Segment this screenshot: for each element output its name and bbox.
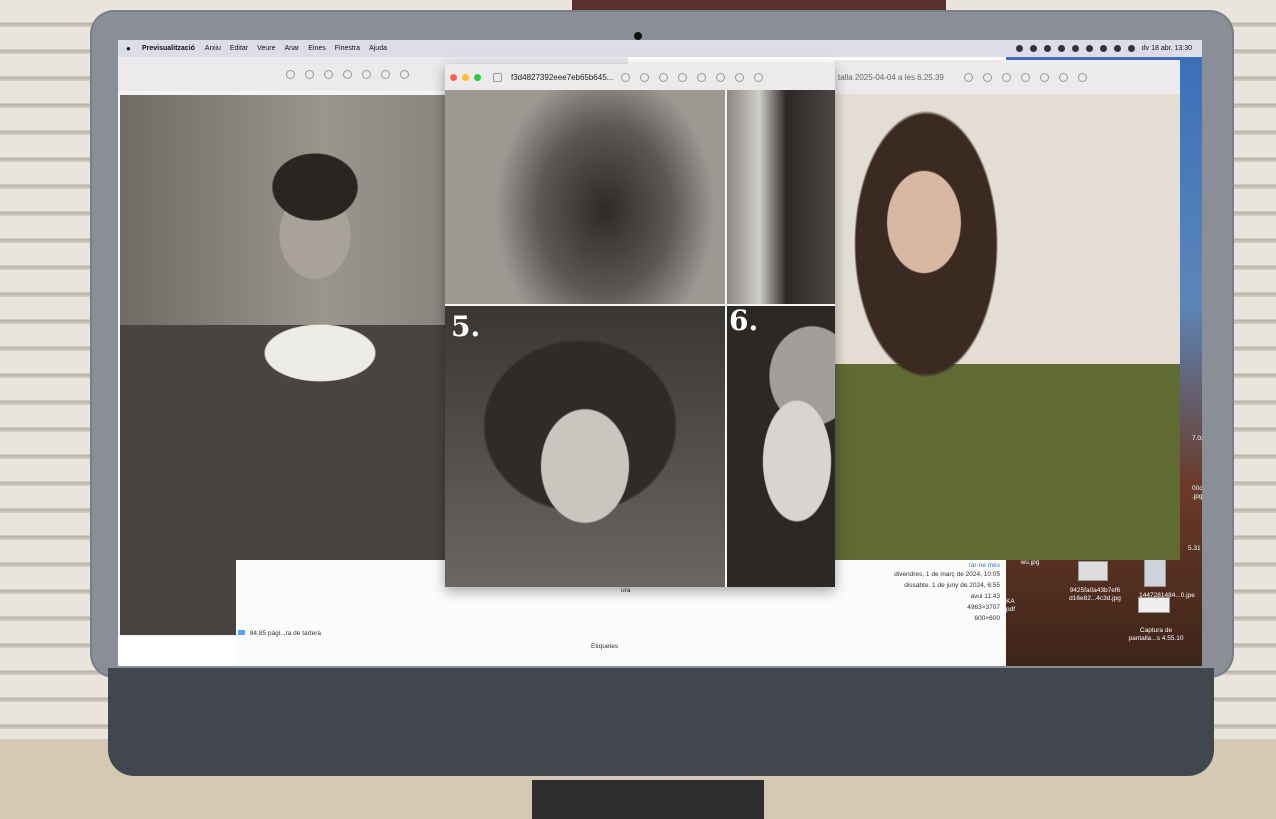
search-icon[interactable] [1077,72,1087,82]
status-icon-screen[interactable] [1029,45,1037,52]
desktop-edge-label: 7.02 [1192,435,1202,442]
file-list-item-label: 84,85 pàgi...ra de tartera [249,630,321,637]
menu-file[interactable]: Arxiu [205,45,221,52]
rotate-icon[interactable] [716,72,726,82]
zoom-button[interactable] [474,73,481,81]
right-window-toolbar: talla 2025-04-04 a les 6.25.39 [834,60,1180,94]
dimensions-2: 600×600 [974,615,1001,622]
desktop-edge-label: 00d [1192,485,1202,492]
menu-go[interactable]: Anar [284,45,299,52]
desktop-file-thumbnail[interactable] [1078,561,1108,581]
menu-window[interactable]: Finestra [335,45,360,52]
wifi-icon[interactable] [1099,45,1107,52]
preview-window-right: talla 2025-04-04 a les 6.25.39 [834,60,1180,560]
markup-icon[interactable] [697,72,707,82]
front-window-title: f3d4827392eee7eb65b645... [511,72,614,82]
menu-bar: ● Previsualització Arxiu Editar Veure An… [118,40,1202,57]
file-list: 84,85 pàgi...ra de tartera [238,630,321,637]
desktop-edge-label: KA [1006,598,1015,605]
apple-icon[interactable]: ● [126,44,136,53]
rotate-icon[interactable] [1058,72,1068,82]
menu-help[interactable]: Ajuda [369,45,387,52]
status-area: dv 18 abr. 13:30 [1015,45,1192,52]
dimensions-1: 4963×3707 [967,604,1000,611]
crop-icon[interactable] [735,72,745,82]
webcam-icon [634,32,642,40]
control-center-icon[interactable] [1127,45,1135,52]
desktop-edge-label: 5.31 [1188,545,1201,552]
monitor-stand [532,780,764,819]
hair-side-photo [727,90,835,304]
preview-window-front: f3d4827392eee7eb65b645... 5. 6. [445,64,835,587]
desktop-edge-label: .jpg [1192,493,1202,500]
menu-clock[interactable]: dv 18 abr. 13:30 [1142,45,1192,52]
status-icon-app[interactable] [1015,45,1023,52]
folder-icon [238,630,245,635]
zoom-out-icon[interactable] [982,72,992,82]
rotate-icon[interactable] [381,69,390,79]
zoom-in-icon[interactable] [1001,72,1011,82]
desktop-file-captura[interactable]: Captura de pantalla...s 4.55.10 [1126,627,1186,643]
collage-label-6: 6. [729,304,759,337]
zoom-in-icon[interactable] [324,69,333,79]
desktop-file-thumbnail[interactable] [1144,559,1166,587]
desktop-file-wu[interactable]: wu.jpg [1010,559,1050,567]
search-icon[interactable] [1113,45,1121,52]
screen: ● Previsualització Arxiu Editar Veure An… [118,40,1202,666]
play-icon[interactable] [1071,45,1079,52]
right-window-title: talla 2025-04-04 a les 6.25.39 [838,72,944,82]
menu-app-name[interactable]: Previsualització [142,45,195,52]
portrait-5-photo [445,306,725,587]
portrait-6-photo [727,306,835,587]
markup-icon[interactable] [362,69,371,79]
tags-label: Etiquetes [591,643,619,650]
zoom-in-icon[interactable] [659,72,669,82]
file-list-item[interactable]: 84,85 pàgi...ra de tartera [238,630,321,637]
desktop-edge-label: pdf [1006,606,1016,613]
dropbox-icon[interactable] [1043,45,1051,52]
info-icon[interactable] [621,72,631,82]
desktop-file-9425[interactable]: 9425fa0a43b7ef6 d16e82...4c3d.jpg [1060,587,1130,603]
menu-view[interactable]: Veure [257,45,275,52]
front-window-toolbar: f3d4827392eee7eb65b645... [445,64,835,90]
collage-label-5: 5. [451,310,481,343]
sidebar-icon[interactable] [493,72,502,82]
monitor-chin [108,668,1214,776]
markup-icon[interactable] [1039,72,1049,82]
share-icon[interactable] [1020,72,1030,82]
annotate-icon[interactable] [400,69,409,79]
share-icon[interactable] [678,72,688,82]
info-icon[interactable] [963,72,973,82]
info-icon[interactable] [286,69,295,79]
zoom-out-icon[interactable] [640,72,650,82]
menu-tools[interactable]: Eines [308,45,326,52]
menu-edit[interactable]: Editar [230,45,248,52]
share-icon[interactable] [343,69,352,79]
status-icon-sync[interactable] [1057,45,1065,52]
truncated-label: ura [621,587,631,594]
close-button[interactable] [450,73,457,81]
green-dress-model-photo [834,94,1180,560]
hair-back-photo [445,90,725,304]
search-icon[interactable] [754,72,764,82]
battery-icon[interactable] [1085,45,1093,52]
minimize-button[interactable] [462,73,469,81]
desktop-file-thumbnail[interactable] [1138,597,1170,613]
opened-time: avui 11:43 [970,593,1000,600]
zoom-out-icon[interactable] [305,69,314,79]
